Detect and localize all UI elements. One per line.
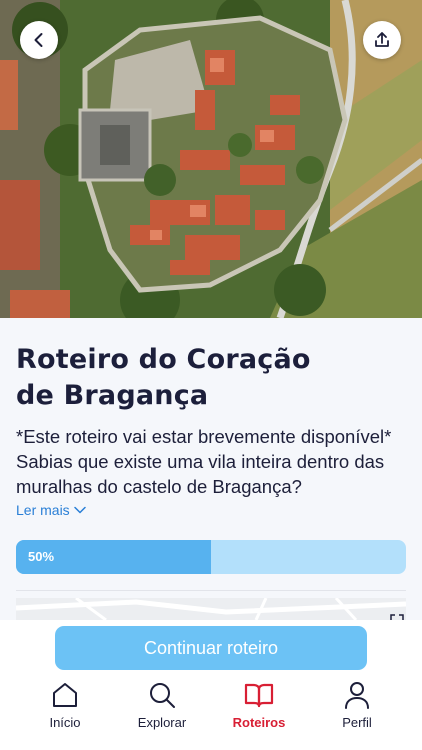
tab-perfil[interactable]: Perfil — [312, 680, 402, 730]
hero-image — [0, 0, 422, 318]
tab-roteiros[interactable]: Roteiros — [214, 680, 304, 730]
route-map-preview[interactable] — [16, 598, 406, 620]
tab-inicio-label: Início — [49, 715, 81, 730]
read-more-link[interactable]: Ler mais — [16, 502, 86, 518]
description-notice: *Este roteiro vai estar brevemente dispo… — [16, 426, 392, 447]
map-streets — [16, 598, 406, 620]
bottom-tab-bar: Início Explorar Roteiros Perfil — [0, 676, 422, 750]
read-more-label: Ler mais — [16, 502, 70, 518]
home-icon — [53, 683, 77, 707]
share-icon — [375, 32, 389, 47]
tab-explorar-label: Explorar — [137, 715, 187, 730]
user-icon — [345, 682, 369, 709]
cta-container: Continuar roteiro — [0, 620, 422, 676]
divider — [16, 590, 406, 591]
share-button[interactable] — [363, 21, 401, 59]
route-description: *Este roteiro vai estar brevemente dispo… — [16, 424, 412, 499]
continue-route-button[interactable]: Continuar roteiro — [55, 626, 367, 670]
tab-roteiros-label: Roteiros — [232, 715, 286, 730]
tab-inicio[interactable]: Início — [20, 680, 110, 730]
route-title-line1: Roteiro do Coração — [16, 344, 311, 375]
back-button[interactable] — [20, 21, 58, 59]
chevron-left-icon — [34, 33, 43, 47]
route-progress-bar: 50% — [16, 540, 406, 574]
tab-explorar[interactable]: Explorar — [117, 680, 207, 730]
castle-aerial-photo — [0, 0, 422, 318]
route-details: Roteiro do Coração de Bragança *Este rot… — [0, 318, 422, 620]
route-title-line2: de Bragança — [16, 380, 209, 411]
chevron-down-icon — [73, 506, 86, 514]
route-title: Roteiro do Coração de Bragança — [16, 342, 396, 414]
search-icon — [150, 683, 175, 708]
book-icon — [244, 683, 274, 708]
description-text: Sabias que existe uma vila inteira dentr… — [16, 451, 385, 497]
progress-label: 50% — [28, 549, 55, 564]
tab-perfil-label: Perfil — [342, 715, 372, 730]
